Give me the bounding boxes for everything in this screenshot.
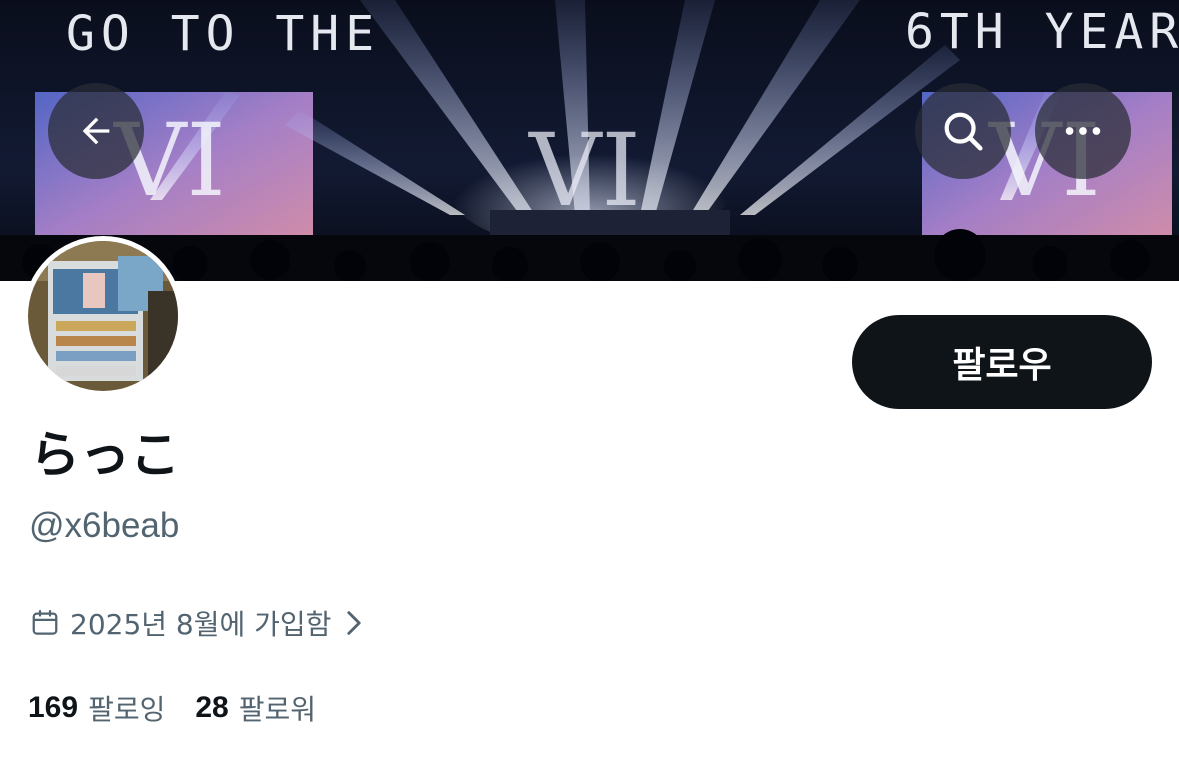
- following-link[interactable]: 169 팔로잉: [28, 688, 165, 728]
- joined-date-text: 2025년 8월에 가입함: [70, 608, 332, 641]
- search-button[interactable]: [915, 83, 1011, 179]
- search-icon: [944, 112, 983, 151]
- followers-count: 28: [195, 691, 229, 724]
- follow-stats: 169 팔로잉 28 팔로워: [28, 688, 346, 728]
- banner-text-right: 6TH YEAR: [905, 4, 1179, 60]
- user-handle: @x6beab: [29, 506, 180, 545]
- following-label: 팔로잉: [88, 693, 166, 726]
- more-horizontal-icon: [1065, 127, 1101, 135]
- followers-label: 팔로워: [238, 693, 316, 726]
- follow-button[interactable]: 팔로우: [852, 315, 1152, 409]
- banner-text-left: GO TO THE: [66, 6, 380, 62]
- calendar-icon: [32, 610, 58, 635]
- display-name: らっこ: [30, 426, 180, 484]
- following-count: 169: [28, 691, 79, 724]
- header-banner[interactable]: GO TO THE 6TH YEAR VI VI VI: [0, 0, 1179, 281]
- followers-link[interactable]: 28 팔로워: [195, 688, 316, 728]
- joined-date-row[interactable]: 2025년 8월에 가입함: [30, 603, 365, 643]
- avatar[interactable]: [23, 236, 183, 396]
- more-options-button[interactable]: [1035, 83, 1131, 179]
- screen-label-center: VI: [528, 112, 641, 229]
- back-button[interactable]: [48, 83, 144, 179]
- chevron-right-icon: [347, 611, 362, 635]
- arrow-left-icon: [82, 117, 110, 145]
- avatar-image: [28, 241, 178, 391]
